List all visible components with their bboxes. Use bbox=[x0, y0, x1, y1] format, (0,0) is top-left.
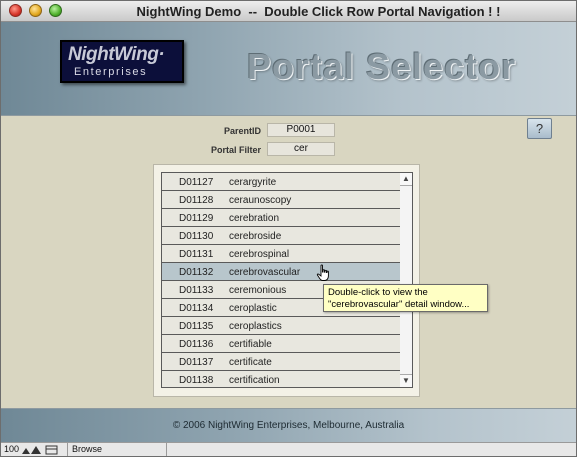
layout-mode-label[interactable]: Browse bbox=[67, 443, 167, 456]
logo-text-sub: Enterprises bbox=[74, 66, 148, 78]
zoom-level[interactable]: 100 bbox=[4, 444, 19, 454]
tooltip-line-2: "cerebrovascular" detail window... bbox=[328, 299, 470, 310]
row-name: cerebrovascular bbox=[229, 267, 301, 278]
row-name: cerebration bbox=[229, 213, 280, 224]
table-row[interactable]: D01131 cerebrospinal bbox=[162, 245, 400, 263]
table-row[interactable]: D01127 cerargyrite bbox=[162, 173, 400, 191]
row-id: D01128 bbox=[179, 195, 214, 206]
table-row[interactable]: D01136 certifiable bbox=[162, 335, 400, 353]
row-id: D01131 bbox=[179, 249, 214, 260]
row-id: D01129 bbox=[179, 213, 214, 224]
title-bar[interactable]: NightWing Demo -- Double Click Row Porta… bbox=[1, 1, 576, 22]
tooltip-line-1: Double-click to view the bbox=[328, 287, 428, 298]
row-tooltip: Double-click to view the "cerebrovascula… bbox=[323, 284, 488, 312]
window-title: NightWing Demo -- Double Click Row Porta… bbox=[136, 4, 501, 19]
hand-cursor-icon bbox=[316, 264, 329, 281]
row-name: certification bbox=[229, 375, 280, 386]
row-id: D01130 bbox=[179, 231, 214, 242]
row-name: ceroplastics bbox=[229, 321, 282, 332]
table-row[interactable]: D01130 cerebroside bbox=[162, 227, 400, 245]
table-row[interactable]: D01137 certificate bbox=[162, 353, 400, 371]
table-row[interactable]: D01138 certification bbox=[162, 371, 400, 387]
row-name: ceremonious bbox=[229, 285, 287, 296]
portal-filter-field[interactable]: cer bbox=[267, 142, 335, 156]
zoom-controls-icon[interactable] bbox=[21, 445, 59, 455]
table-row[interactable]: D01129 cerebration bbox=[162, 209, 400, 227]
row-id: D01138 bbox=[179, 375, 214, 386]
row-name: ceroplastic bbox=[229, 303, 277, 314]
row-id: D01134 bbox=[179, 303, 214, 314]
row-id: D01133 bbox=[179, 285, 214, 296]
row-name: certifiable bbox=[229, 339, 272, 350]
zoom-icon[interactable] bbox=[49, 4, 62, 17]
row-id: D01132 bbox=[179, 267, 214, 278]
logo-text-top: NightWing· bbox=[68, 44, 165, 65]
header-band: NightWing· Enterprises Portal Selector bbox=[1, 22, 576, 116]
copyright-text: © 2006 NightWing Enterprises, Melbourne,… bbox=[172, 420, 405, 431]
row-name: cerebrospinal bbox=[229, 249, 290, 260]
row-name: ceraunoscopy bbox=[229, 195, 292, 206]
table-row[interactable]: D01135 ceroplastics bbox=[162, 317, 400, 335]
app-window: NightWing Demo -- Double Click Row Porta… bbox=[0, 0, 577, 457]
page-title: Portal Selector bbox=[247, 46, 517, 87]
table-row[interactable]: D01128 ceraunoscopy bbox=[162, 191, 400, 209]
row-id: D01127 bbox=[179, 177, 214, 188]
row-name: certificate bbox=[229, 357, 272, 368]
row-id: D01137 bbox=[179, 357, 214, 368]
scroll-down-icon[interactable]: ▼ bbox=[400, 374, 412, 387]
help-button[interactable]: ? bbox=[527, 118, 552, 139]
row-id: D01135 bbox=[179, 321, 214, 332]
row-name: cerebroside bbox=[229, 231, 282, 242]
parent-id-field[interactable]: P0001 bbox=[267, 123, 335, 137]
nightwing-logo: NightWing· Enterprises bbox=[60, 40, 184, 83]
minimize-icon[interactable] bbox=[29, 4, 42, 17]
portal-filter-label: Portal Filter bbox=[210, 145, 261, 155]
table-row[interactable]: D01132 cerebrovascular bbox=[162, 263, 400, 281]
portal-scrollbar[interactable]: ▲ ▼ bbox=[400, 172, 413, 388]
parent-id-label: ParentID bbox=[223, 126, 261, 136]
portal-list[interactable]: D01127 cerargyrite D01128 ceraunoscopy D0112… bbox=[161, 172, 401, 388]
status-bar: 100 Browse bbox=[1, 442, 576, 456]
row-name: cerargyrite bbox=[229, 177, 277, 188]
scroll-up-icon[interactable]: ▲ bbox=[400, 173, 412, 186]
close-icon[interactable] bbox=[9, 4, 22, 17]
row-id: D01136 bbox=[179, 339, 214, 350]
footer-band: © 2006 NightWing Enterprises, Melbourne,… bbox=[1, 408, 576, 443]
